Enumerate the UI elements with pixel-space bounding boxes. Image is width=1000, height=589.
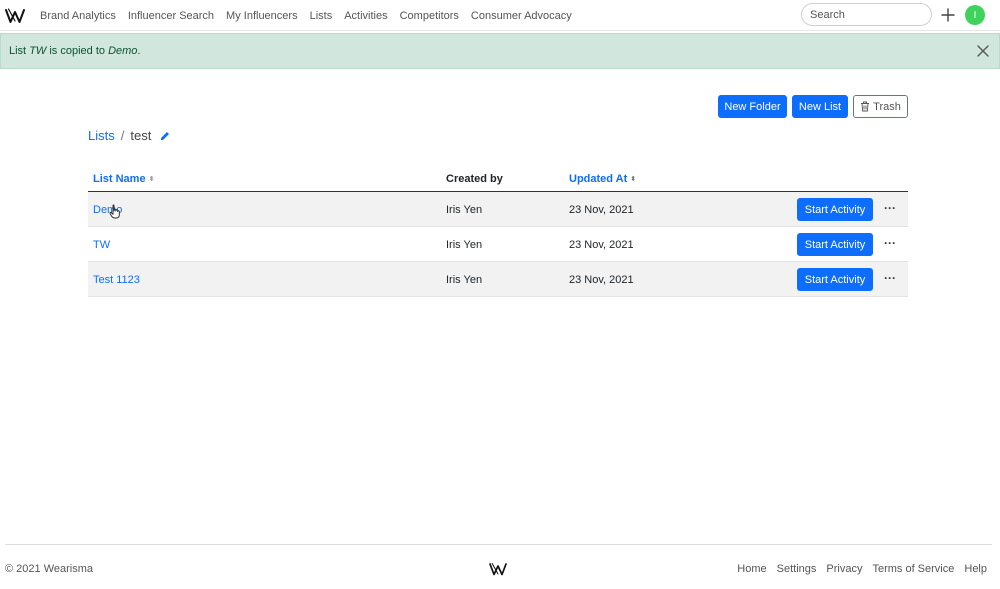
more-options-icon[interactable]: ···	[880, 268, 900, 288]
search-input[interactable]	[801, 3, 932, 26]
new-list-button[interactable]: New List	[792, 95, 848, 118]
updated-at-cell: 23 Nov, 2021	[569, 238, 634, 251]
list-name-link[interactable]: Test 1123	[93, 262, 140, 297]
column-header-list-name[interactable]: List Name ⬍	[93, 173, 154, 185]
copyright-text: © 2021 Wearisma	[5, 563, 93, 575]
nav-item-activities[interactable]: Activities	[338, 10, 393, 22]
sort-icon: ⬍	[148, 176, 155, 183]
breadcrumb-lists-link[interactable]: Lists	[88, 128, 115, 143]
more-options-icon[interactable]: ···	[880, 198, 900, 218]
column-header-created-by: Created by	[446, 173, 503, 185]
add-button[interactable]	[938, 5, 958, 25]
table-row: Demo Iris Yen 23 Nov, 2021 Start Activit…	[88, 192, 908, 227]
created-by-cell: Iris Yen	[446, 203, 483, 216]
updated-at-cell: 23 Nov, 2021	[569, 273, 634, 286]
alert-prefix: List	[9, 45, 30, 57]
nav-item-brand-analytics[interactable]: Brand Analytics	[34, 10, 122, 22]
breadcrumb-current-folder: test	[130, 128, 152, 143]
footer-link-settings[interactable]: Settings	[777, 563, 817, 575]
created-by-cell: Iris Yen	[446, 238, 483, 251]
nav-item-consumer-advocacy[interactable]: Consumer Advocacy	[465, 10, 578, 22]
list-name-link[interactable]: Demo	[93, 192, 122, 227]
alert-middle: is copied to	[46, 45, 109, 57]
column-header-updated-at-label: Updated At	[569, 173, 628, 185]
new-folder-button[interactable]: New Folder	[718, 95, 787, 118]
footer-divider	[5, 544, 992, 545]
user-avatar[interactable]: I	[965, 5, 985, 25]
trash-icon	[861, 101, 870, 112]
trash-button[interactable]: Trash	[853, 95, 908, 118]
footer-links: Home Settings Privacy Terms of Service H…	[727, 563, 987, 575]
pencil-icon[interactable]	[159, 130, 171, 142]
close-icon[interactable]	[976, 44, 990, 58]
start-activity-button[interactable]: Start Activity	[797, 198, 873, 221]
lists-table: List Name ⬍ Created by Updated At ⬍ Demo…	[88, 167, 908, 297]
breadcrumb: Lists / test	[88, 128, 171, 143]
plus-icon	[941, 8, 955, 22]
success-alert: List TW is copied to Demo.	[0, 33, 1000, 69]
nav-menu: Brand Analytics Influencer Search My Inf…	[34, 0, 578, 31]
column-header-created-by-label: Created by	[446, 173, 503, 185]
top-navbar: Brand Analytics Influencer Search My Inf…	[0, 0, 1000, 31]
footer-link-home[interactable]: Home	[737, 563, 766, 575]
sort-desc-icon: ⬍	[630, 176, 637, 183]
start-activity-button[interactable]: Start Activity	[797, 233, 873, 256]
alert-suffix: .	[137, 45, 141, 57]
nav-item-lists[interactable]: Lists	[304, 10, 339, 22]
breadcrumb-separator: /	[120, 128, 125, 143]
footer-link-terms[interactable]: Terms of Service	[872, 563, 954, 575]
nav-item-competitors[interactable]: Competitors	[394, 10, 465, 22]
column-header-updated-at[interactable]: Updated At ⬍	[569, 173, 636, 185]
nav-item-my-influencers[interactable]: My Influencers	[220, 10, 304, 22]
footer-link-help[interactable]: Help	[964, 563, 987, 575]
start-activity-button[interactable]: Start Activity	[797, 268, 873, 291]
nav-item-influencer-search[interactable]: Influencer Search	[122, 10, 220, 22]
table-row: Test 1123 Iris Yen 23 Nov, 2021 Start Ac…	[88, 262, 908, 297]
created-by-cell: Iris Yen	[446, 273, 483, 286]
alert-list-name: TW	[29, 45, 47, 57]
wearisma-footer-logo-icon	[489, 563, 507, 576]
table-row: TW Iris Yen 23 Nov, 2021 Start Activity …	[88, 227, 908, 262]
footer-link-privacy[interactable]: Privacy	[826, 563, 862, 575]
alert-target-name: Demo	[108, 45, 138, 57]
updated-at-cell: 23 Nov, 2021	[569, 203, 634, 216]
table-header: List Name ⬍ Created by Updated At ⬍	[88, 167, 908, 192]
column-header-list-name-label: List Name	[93, 173, 146, 185]
more-options-icon[interactable]: ···	[880, 233, 900, 253]
wearisma-logo-icon[interactable]	[5, 7, 25, 24]
list-name-link[interactable]: TW	[93, 227, 110, 262]
trash-label: Trash	[873, 100, 901, 113]
